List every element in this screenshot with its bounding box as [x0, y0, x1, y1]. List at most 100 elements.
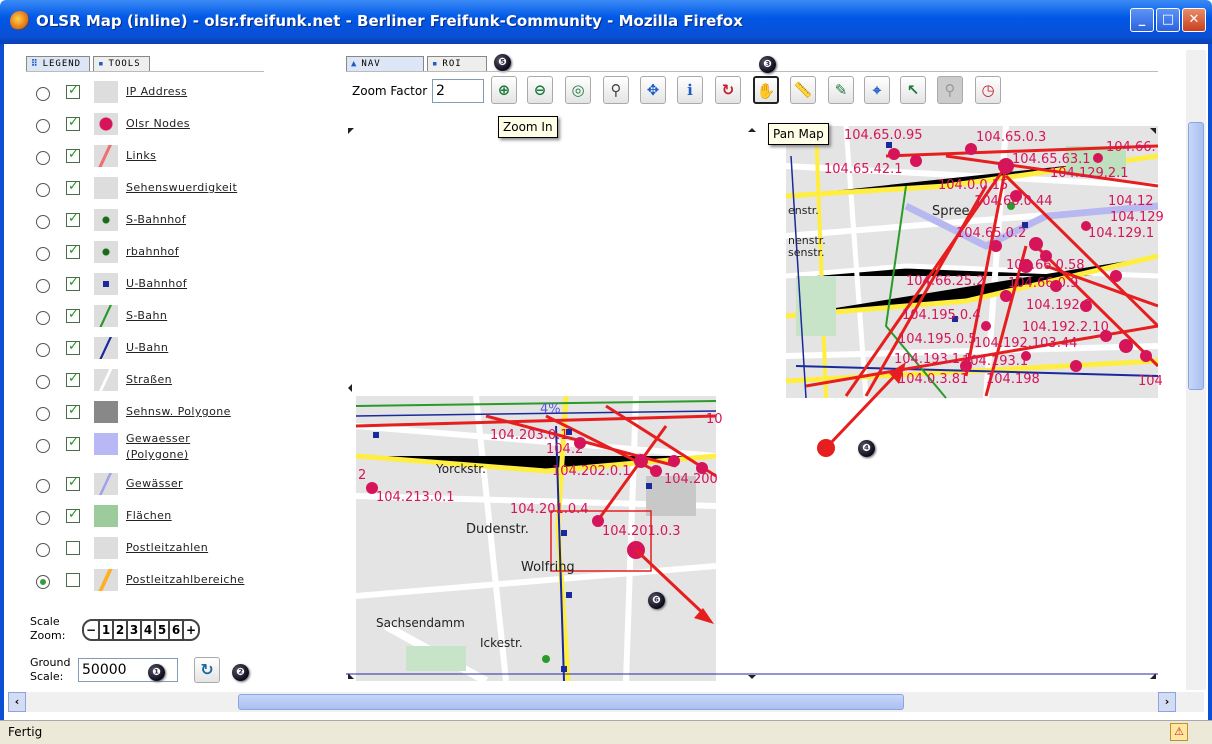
legend-label[interactable]: U-Bahnhof	[126, 277, 187, 290]
legend-radio[interactable]	[36, 279, 50, 293]
map-label: 104.201.0.4	[510, 502, 589, 517]
recenter-icon: ↻	[721, 81, 735, 99]
legend-radio[interactable]	[36, 343, 50, 357]
legend-checkbox[interactable]	[66, 211, 80, 227]
horizontal-scrollbar[interactable]: ‹ ›	[8, 692, 1204, 712]
scale-zoom-control: − 1 2 3 4 5 6 +	[82, 618, 200, 642]
legend-item: Gewaesser (Polygone)	[30, 431, 260, 461]
toolbar-button-zoom-extent[interactable]: ◎	[565, 76, 591, 104]
tab-roi[interactable]: ▪ ROI	[427, 56, 487, 72]
legend-label[interactable]: S-Bahn	[126, 309, 167, 322]
map-viewport[interactable]: 104.65.0.95 104.65.0.3 104.66. 104.65.42.1 1…	[346, 126, 1164, 681]
toolbar-button-clock[interactable]: ◷	[975, 76, 1001, 104]
legend-radio[interactable]	[36, 311, 50, 325]
toolbar-button-zoom-xy[interactable]: ⚲	[603, 76, 629, 104]
maximize-button[interactable]: □	[1156, 8, 1180, 32]
divider	[26, 71, 264, 72]
zoom-factor-input[interactable]	[432, 79, 484, 103]
legend-radio[interactable]	[36, 479, 50, 493]
legend-label[interactable]: Sehnsw. Polygone	[126, 405, 231, 418]
legend-checkbox[interactable]	[66, 115, 80, 131]
toolbar-button-select-point[interactable]: ↖	[900, 76, 926, 104]
legend-radio[interactable]	[36, 511, 50, 525]
legend-radio[interactable]	[36, 183, 50, 197]
legend-radio[interactable]	[36, 575, 50, 589]
toolbar-button-zoom-out[interactable]: ⊖	[527, 76, 553, 104]
refresh-scale-button[interactable]: ↻	[194, 657, 220, 683]
map-label: 104.193.1.1	[894, 352, 973, 367]
legend-swatch	[94, 505, 118, 527]
minimize-button[interactable]: _	[1130, 8, 1154, 32]
map-label: 4%	[540, 402, 561, 417]
tab-nav[interactable]: ▲ NAV	[346, 56, 424, 72]
legend-label[interactable]: Straßen	[126, 373, 172, 386]
vertical-scroll-thumb[interactable]	[1188, 122, 1204, 390]
legend-label[interactable]: Olsr Nodes	[126, 117, 190, 130]
legend-label[interactable]: Postleitzahlen	[126, 541, 208, 554]
legend-label[interactable]: Links	[126, 149, 156, 162]
legend-label[interactable]: rbahnhof	[126, 245, 179, 258]
legend-label[interactable]: Gewaesser (Polygone)	[126, 431, 216, 463]
map-label: 2	[358, 468, 367, 483]
legend-checkbox[interactable]	[66, 371, 80, 387]
legend-checkbox[interactable]	[66, 435, 80, 451]
legend-radio[interactable]	[36, 119, 50, 133]
legend-radio[interactable]	[36, 439, 50, 453]
legend-label[interactable]: S-Bahnhof	[126, 213, 186, 226]
tab-tools[interactable]: ▪ TOOLS	[93, 56, 150, 72]
legend-checkbox[interactable]	[66, 507, 80, 523]
toolbar-button-pan-cross[interactable]: ✥	[640, 76, 666, 104]
toolbar-button-pan-hand[interactable]: ✋	[753, 76, 779, 104]
legend-swatch	[94, 369, 118, 391]
toolbar-button-disabled-tool[interactable]: ⚲	[937, 76, 963, 104]
legend-label[interactable]: Postleitzahlbereiche	[126, 573, 244, 586]
scroll-right-button[interactable]: ›	[1158, 692, 1176, 712]
close-button[interactable]: ✕	[1182, 8, 1206, 32]
legend-checkbox[interactable]	[66, 147, 80, 163]
legend-label[interactable]: Flächen	[126, 509, 172, 522]
legend-checkbox[interactable]	[66, 179, 80, 195]
legend-label[interactable]: U-Bahn	[126, 341, 168, 354]
nav-tab-icon: ▲	[351, 59, 358, 69]
legend-checkbox[interactable]	[66, 541, 80, 555]
horizontal-scroll-thumb[interactable]	[238, 694, 904, 710]
legend-checkbox[interactable]	[66, 275, 80, 291]
legend-checkbox[interactable]	[66, 403, 80, 419]
toolbar-button-zoom-in[interactable]: ⊕	[491, 76, 517, 104]
legend-checkbox[interactable]	[66, 339, 80, 355]
ground-scale-label: Ground Scale:	[30, 656, 70, 684]
firefox-icon	[10, 11, 30, 31]
legend-checkbox[interactable]	[66, 307, 80, 323]
legend-radio[interactable]	[36, 247, 50, 261]
legend-checkbox[interactable]	[66, 83, 80, 99]
toolbar-button-recenter[interactable]: ↻	[715, 76, 741, 104]
left-panel-tabs: ⠿ LEGEND ▪ TOOLS	[26, 56, 153, 72]
legend-radio[interactable]	[36, 543, 50, 557]
scroll-left-button[interactable]: ‹	[8, 692, 26, 712]
legend-item: IP Address	[30, 79, 260, 109]
toolbar-button-select-poly[interactable]: ✎	[828, 76, 854, 104]
vertical-scrollbar[interactable]	[1186, 50, 1206, 690]
legend-label[interactable]: IP Address	[126, 85, 187, 98]
toolbar-button-info[interactable]: ℹ	[677, 76, 703, 104]
legend-radio[interactable]	[36, 407, 50, 421]
legend-radio[interactable]	[36, 215, 50, 229]
disabled-tool-icon: ⚲	[944, 81, 956, 99]
legend-label[interactable]: Gewässer	[126, 477, 183, 490]
legend-checkbox[interactable]	[66, 243, 80, 259]
legend-checkbox[interactable]	[66, 573, 80, 587]
legend-checkbox[interactable]	[66, 475, 80, 491]
tab-legend[interactable]: ⠿ LEGEND	[26, 56, 91, 72]
map-canvas[interactable]	[346, 126, 1158, 681]
legend-radio[interactable]	[36, 87, 50, 101]
legend-label[interactable]: Sehenswuerdigkeit	[126, 181, 237, 194]
legend-radio[interactable]	[36, 151, 50, 165]
popup-blocked-icon[interactable]: ⚠	[1170, 723, 1188, 741]
toolbar-button-measure[interactable]: 📏	[790, 76, 816, 104]
legend-radio[interactable]	[36, 375, 50, 389]
roi-tab-icon: ▪	[432, 59, 439, 69]
scale-zoom-plus-button[interactable]: +	[182, 619, 200, 641]
toolbar-button-select[interactable]: ⌖	[864, 76, 890, 104]
map-label: 104.192.2	[1026, 298, 1093, 313]
map-label: Dudenstr.	[466, 522, 529, 537]
